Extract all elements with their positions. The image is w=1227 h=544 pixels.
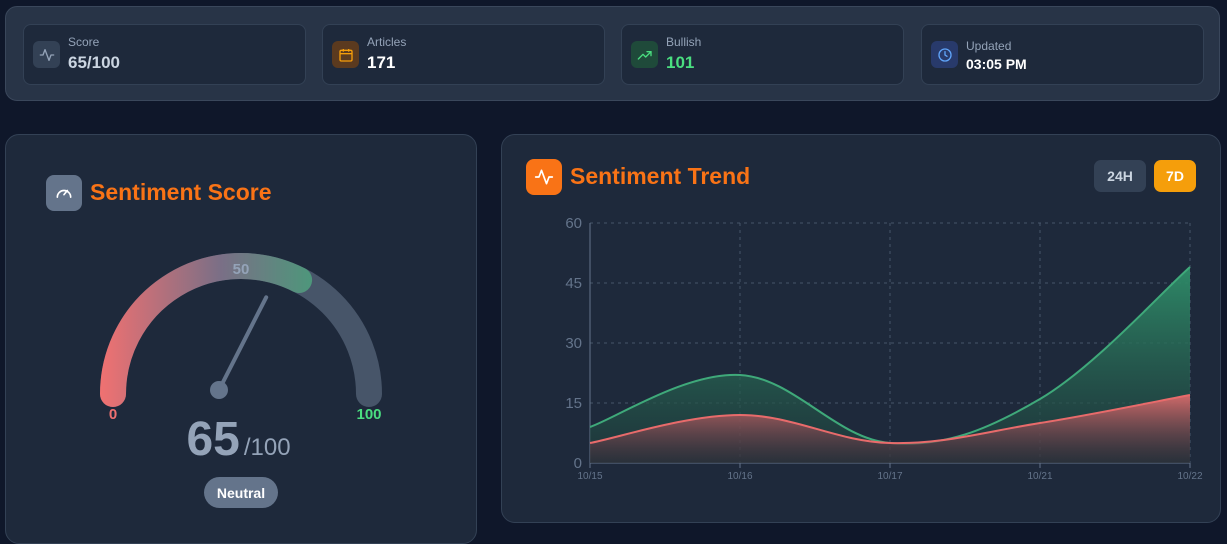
y-tick-label: 15 [565, 395, 582, 412]
x-tick-label: 10/22 [1177, 471, 1202, 482]
x-tick-label: 10/16 [727, 471, 752, 482]
x-tick-label: 10/21 [1027, 471, 1052, 482]
y-tick-label: 60 [565, 215, 582, 232]
x-tick-label: 10/15 [577, 471, 602, 482]
y-tick-label: 45 [565, 275, 582, 292]
y-tick-label: 0 [574, 455, 582, 472]
x-tick-label: 10/17 [877, 471, 902, 482]
y-tick-label: 30 [565, 335, 582, 352]
trend-chart: 0 15 30 45 60 10/15 10/16 10/17 10/21 10/22 [565, 215, 1203, 482]
